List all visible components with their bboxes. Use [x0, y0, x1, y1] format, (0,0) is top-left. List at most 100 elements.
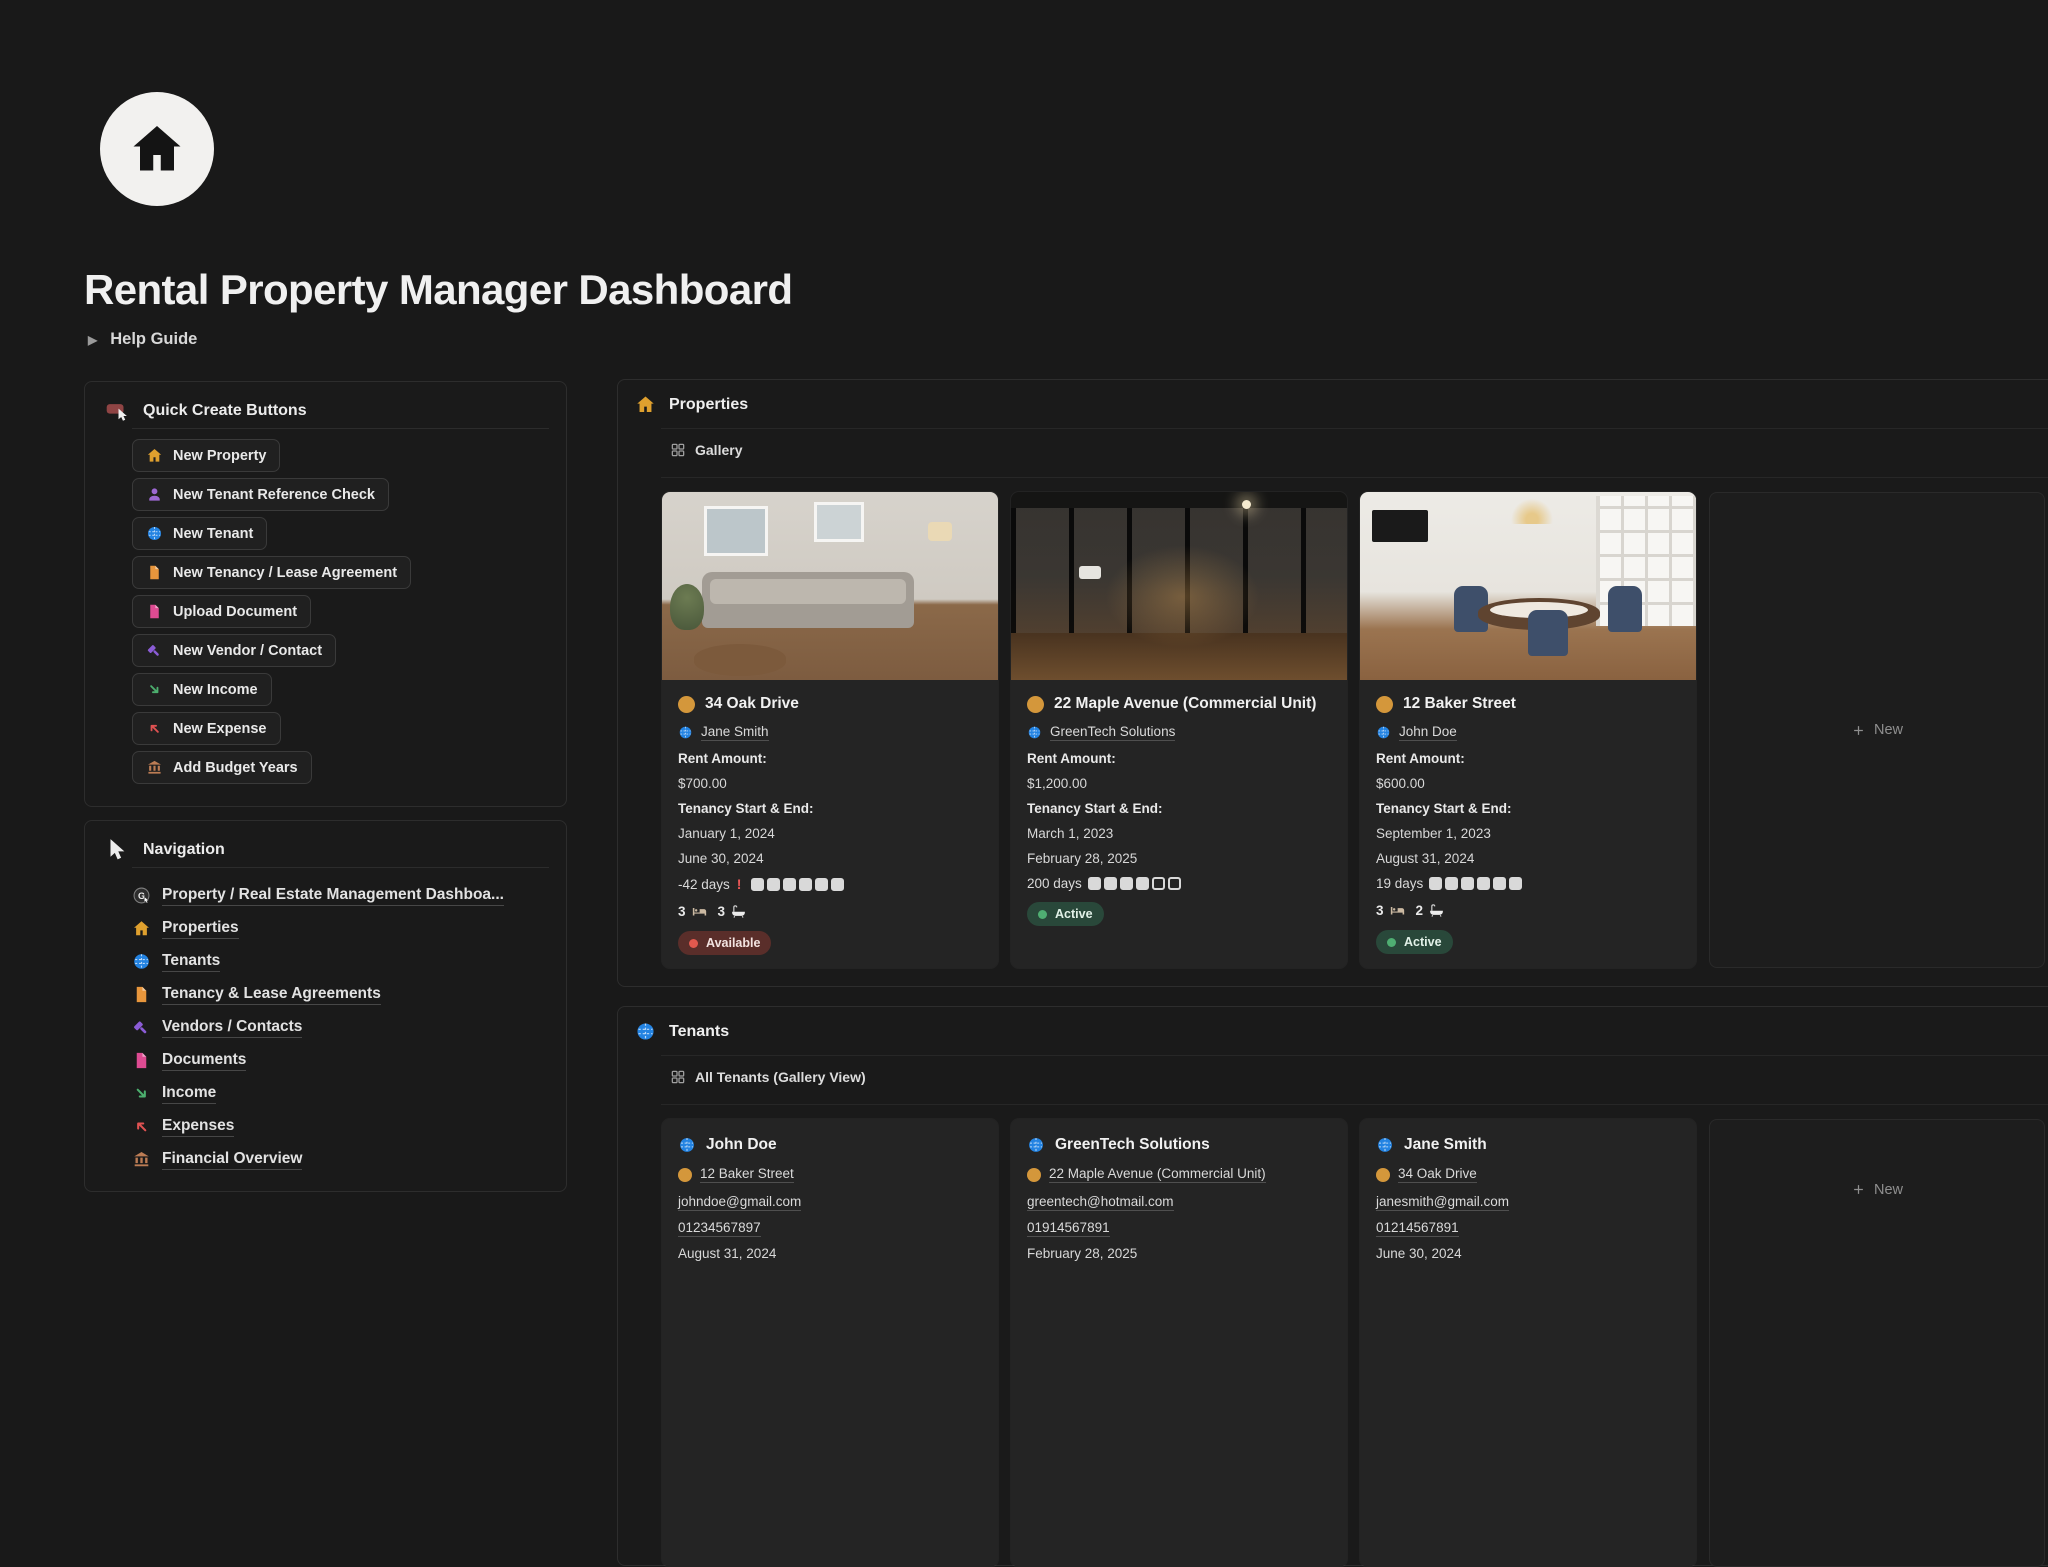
property-card[interactable]: 12 Baker Street John Doe Rent Amount: $6… — [1360, 492, 1696, 968]
property-card[interactable]: 22 Maple Avenue (Commercial Unit) GreenT… — [1011, 492, 1347, 968]
tenant-link[interactable]: GreenTech Solutions — [1027, 724, 1331, 741]
nav-item-tenancy-lease-agreements[interactable]: Tenancy & Lease Agreements — [132, 978, 504, 1011]
progress-squares — [1429, 877, 1522, 890]
tenant-email[interactable]: greentech@hotmail.com — [1027, 1194, 1331, 1209]
status-label: Active — [1404, 935, 1442, 949]
beds-baths-row: 3 3 — [678, 903, 982, 920]
property-name: 12 Baker Street — [700, 1166, 794, 1183]
quick-create-button-list: New Property New Tenant Reference Check … — [132, 439, 411, 784]
gallery-view-tab[interactable]: Gallery — [670, 442, 742, 458]
tenant-name: Jane Smith — [701, 724, 769, 741]
home-icon — [146, 447, 163, 464]
tenant-phone[interactable]: 01914567891 — [1027, 1220, 1331, 1235]
new-income-button[interactable]: New Income — [132, 673, 272, 706]
rent-amount-label: Rent Amount: — [1376, 751, 1680, 766]
bathtub-icon — [730, 903, 747, 920]
properties-section-title: Properties — [669, 396, 748, 414]
days-remaining: 200 days — [1027, 876, 1082, 891]
view-label: Gallery — [695, 442, 742, 458]
new-tenancy-lease-agreement-button[interactable]: New Tenancy / Lease Agreement — [132, 556, 411, 589]
tenancy-end-date: August 31, 2024 — [678, 1246, 982, 1261]
tenant-globe-icon — [678, 1136, 696, 1154]
nav-item-expenses[interactable]: Expenses — [132, 1110, 504, 1143]
bed-icon — [1389, 902, 1406, 919]
dashboard-favicon — [132, 886, 151, 905]
bank-icon — [132, 1150, 151, 1169]
help-guide-toggle[interactable]: ▶ Help Guide — [88, 330, 197, 349]
page-dot-icon — [678, 1168, 692, 1182]
new-label: New — [1874, 722, 1903, 738]
property-title: 22 Maple Avenue (Commercial Unit) — [1054, 695, 1316, 713]
property-link[interactable]: 34 Oak Drive — [1376, 1166, 1680, 1183]
nav-item-documents[interactable]: Documents — [132, 1044, 504, 1077]
property-link[interactable]: 12 Baker Street — [678, 1166, 982, 1183]
tenants-section: Tenants All Tenants (Gallery View) John … — [617, 1006, 2048, 1566]
nav-item-dashboard[interactable]: Property / Real Estate Management Dashbo… — [132, 879, 504, 912]
tenant-globe-icon — [635, 1021, 656, 1042]
status-label: Available — [706, 936, 760, 950]
new-property-button[interactable]: New Property — [132, 439, 280, 472]
tenant-globe-icon — [678, 725, 693, 740]
gallery-grid-icon — [670, 1069, 686, 1085]
nav-item-income[interactable]: Income — [132, 1077, 504, 1110]
status-dot-icon — [1038, 910, 1047, 919]
all-tenants-gallery-view-tab[interactable]: All Tenants (Gallery View) — [670, 1069, 866, 1085]
plus-icon — [1851, 1182, 1866, 1197]
arrow-down-right-icon — [132, 1084, 151, 1103]
nav-item-vendors-contacts[interactable]: Vendors / Contacts — [132, 1011, 504, 1044]
tenant-name: John Doe — [706, 1136, 777, 1154]
toggle-triangle-icon[interactable]: ▶ — [88, 334, 97, 346]
status-dot-icon — [689, 939, 698, 948]
button-label: Upload Document — [173, 604, 297, 620]
rent-amount-label: Rent Amount: — [678, 751, 982, 766]
tenant-card[interactable]: John Doe 12 Baker Street johndoe@gmail.c… — [662, 1119, 998, 1567]
tenant-name: GreenTech Solutions — [1050, 724, 1175, 741]
nav-label: Properties — [162, 919, 239, 939]
new-tenant-button[interactable]: New Tenant — [132, 517, 267, 550]
tenancy-end-date: June 30, 2024 — [1376, 1246, 1680, 1261]
rent-amount-label: Rent Amount: — [1027, 751, 1331, 766]
rent-amount-value: $600.00 — [1376, 776, 1680, 791]
property-name: 34 Oak Drive — [1398, 1166, 1477, 1183]
tenant-email[interactable]: janesmith@gmail.com — [1376, 1194, 1680, 1209]
nav-item-financial-overview[interactable]: Financial Overview — [132, 1143, 504, 1176]
tenants-section-title: Tenants — [669, 1023, 729, 1041]
beds-baths-row: 3 2 — [1376, 902, 1680, 919]
upload-document-button[interactable]: Upload Document — [132, 595, 311, 628]
nav-label: Expenses — [162, 1117, 234, 1137]
tenant-phone[interactable]: 01214567891 — [1376, 1220, 1680, 1235]
rent-amount-value: $700.00 — [678, 776, 982, 791]
property-name: 22 Maple Avenue (Commercial Unit) — [1049, 1166, 1266, 1183]
button-label: New Vendor / Contact — [173, 643, 322, 659]
property-photo — [1011, 492, 1347, 680]
tenant-phone[interactable]: 01234567897 — [678, 1220, 982, 1235]
divider — [132, 867, 549, 868]
nav-item-tenants[interactable]: Tenants — [132, 945, 504, 978]
tenant-link[interactable]: Jane Smith — [678, 724, 982, 741]
property-card[interactable]: 34 Oak Drive Jane Smith Rent Amount: $70… — [662, 492, 998, 968]
nav-item-properties[interactable]: Properties — [132, 912, 504, 945]
tenant-email[interactable]: johndoe@gmail.com — [678, 1194, 982, 1209]
tenant-globe-icon — [1376, 725, 1391, 740]
tenant-link[interactable]: John Doe — [1376, 724, 1680, 741]
home-icon — [635, 394, 656, 415]
new-tenant-card-button[interactable]: New — [1709, 1119, 2045, 1567]
new-vendor-contact-button[interactable]: New Vendor / Contact — [132, 634, 336, 667]
quick-create-header: Quick Create Buttons — [104, 398, 307, 424]
plus-icon — [1851, 723, 1866, 738]
divider — [661, 428, 2048, 429]
tenant-card[interactable]: GreenTech Solutions 22 Maple Avenue (Com… — [1011, 1119, 1347, 1567]
view-label: All Tenants (Gallery View) — [695, 1069, 866, 1085]
add-budget-years-button[interactable]: Add Budget Years — [132, 751, 312, 784]
tenant-name: GreenTech Solutions — [1055, 1136, 1210, 1154]
new-tenant-reference-check-button[interactable]: New Tenant Reference Check — [132, 478, 389, 511]
progress-squares — [751, 878, 844, 891]
nav-label: Tenants — [162, 952, 220, 972]
bath-count: 3 — [718, 904, 726, 919]
tenant-card[interactable]: Jane Smith 34 Oak Drive janesmith@gmail.… — [1360, 1119, 1696, 1567]
new-property-card-button[interactable]: New — [1709, 492, 2045, 968]
progress-squares — [1088, 877, 1181, 890]
new-expense-button[interactable]: New Expense — [132, 712, 281, 745]
nav-label: Property / Real Estate Management Dashbo… — [162, 886, 504, 906]
property-link[interactable]: 22 Maple Avenue (Commercial Unit) — [1027, 1166, 1331, 1183]
